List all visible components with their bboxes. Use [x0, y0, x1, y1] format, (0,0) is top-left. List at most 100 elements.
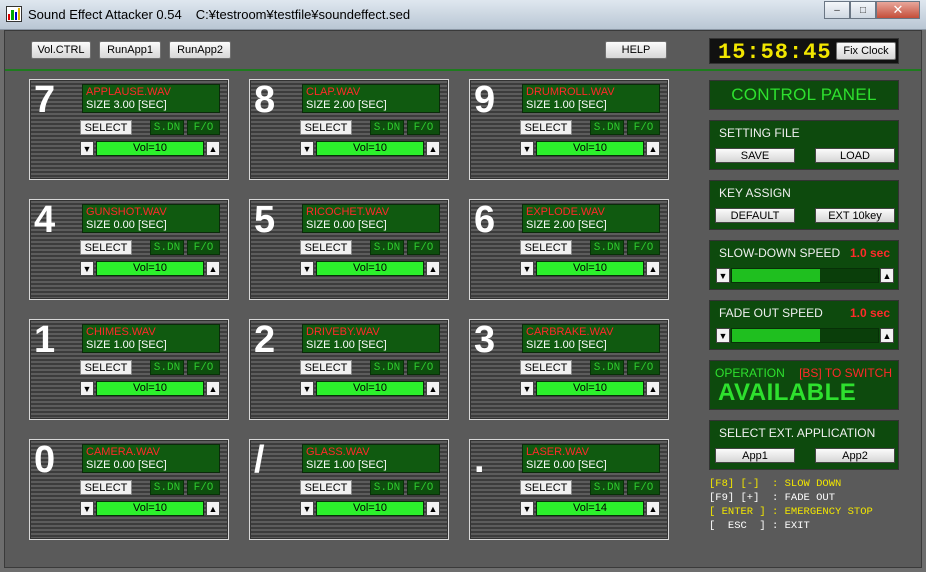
- tile-volume-up-button[interactable]: ▲: [206, 141, 220, 156]
- tile-volume-bar[interactable]: Vol=10: [316, 381, 424, 396]
- tile-volume-bar[interactable]: Vol=10: [316, 141, 424, 156]
- tile-fade-out-indicator: F/O: [407, 120, 440, 135]
- tile-volume-bar[interactable]: Vol=10: [316, 501, 424, 516]
- tile-file-name: APPLAUSE.WAV: [86, 86, 171, 98]
- tile-file-name: DRUMROLL.WAV: [526, 86, 615, 98]
- app-icon: [6, 6, 22, 22]
- tile-slow-down-indicator: S.DN: [590, 480, 624, 495]
- operation-panel: OPERATION [BS] TO SWITCH AVAILABLE: [709, 360, 899, 410]
- tile-volume-up-button[interactable]: ▲: [426, 381, 440, 396]
- tile-volume-up-button[interactable]: ▲: [646, 261, 660, 276]
- tile-volume-down-button[interactable]: ▼: [520, 381, 534, 396]
- tile-info-box: RICOCHET.WAV SIZE 0.00 [SEC]: [302, 204, 440, 233]
- tile-select-button[interactable]: SELECT: [80, 240, 132, 255]
- tile-file-size: SIZE 1.00 [SEC]: [526, 99, 607, 111]
- operation-label: OPERATION: [715, 366, 785, 380]
- slow-down-increase-button[interactable]: ▲: [880, 268, 894, 283]
- tile-slow-down-indicator: S.DN: [370, 480, 404, 495]
- tile-volume-down-button[interactable]: ▼: [300, 261, 314, 276]
- tile-volume-up-button[interactable]: ▲: [426, 261, 440, 276]
- tile-volume-up-button[interactable]: ▲: [646, 501, 660, 516]
- ext-10key-button[interactable]: EXT 10key: [815, 208, 895, 223]
- close-button[interactable]: ✕: [876, 1, 920, 19]
- tile-volume-down-button[interactable]: ▼: [520, 141, 534, 156]
- tile-info-box: DRUMROLL.WAV SIZE 1.00 [SEC]: [522, 84, 660, 113]
- tile-volume-bar[interactable]: Vol=10: [96, 261, 204, 276]
- tile-volume-up-button[interactable]: ▲: [206, 261, 220, 276]
- tile-select-button[interactable]: SELECT: [80, 480, 132, 495]
- setting-file-label: SETTING FILE: [719, 126, 800, 140]
- default-button[interactable]: DEFAULT: [715, 208, 795, 223]
- tile-slow-down-indicator: S.DN: [370, 360, 404, 375]
- tile-volume-bar[interactable]: Vol=10: [536, 381, 644, 396]
- tile-volume-down-button[interactable]: ▼: [300, 381, 314, 396]
- vol-ctrl-button[interactable]: Vol.CTRL: [31, 41, 91, 59]
- tile-fade-out-indicator: F/O: [627, 240, 660, 255]
- run-app2-button[interactable]: RunApp2: [169, 41, 231, 59]
- tile-select-button[interactable]: SELECT: [300, 120, 352, 135]
- tile-volume-up-button[interactable]: ▲: [426, 141, 440, 156]
- tile-volume-up-button[interactable]: ▲: [206, 501, 220, 516]
- tile-volume-bar[interactable]: Vol=10: [96, 381, 204, 396]
- tile-volume-bar[interactable]: Vol=14: [536, 501, 644, 516]
- tile-volume-down-button[interactable]: ▼: [80, 501, 94, 516]
- slow-down-fill: [732, 269, 820, 282]
- fix-clock-button[interactable]: Fix Clock: [836, 42, 896, 60]
- tile-fade-out-indicator: F/O: [407, 480, 440, 495]
- fade-out-track[interactable]: [731, 328, 879, 343]
- operation-switch-hint: [BS] TO SWITCH: [799, 366, 892, 380]
- slow-down-slider[interactable]: ▼ ▲: [716, 268, 894, 284]
- help-button[interactable]: HELP: [605, 41, 667, 59]
- tile-volume-bar[interactable]: Vol=10: [536, 261, 644, 276]
- run-app1-button[interactable]: RunApp1: [99, 41, 161, 59]
- tile-volume-down-button[interactable]: ▼: [80, 261, 94, 276]
- save-button[interactable]: SAVE: [715, 148, 795, 163]
- tile-select-button[interactable]: SELECT: [520, 480, 572, 495]
- tile-fade-out-indicator: F/O: [187, 120, 220, 135]
- tile-volume-bar[interactable]: Vol=10: [536, 141, 644, 156]
- tile-select-button[interactable]: SELECT: [300, 360, 352, 375]
- tile-volume-bar[interactable]: Vol=10: [96, 501, 204, 516]
- control-panel-title: CONTROL PANEL: [709, 80, 899, 110]
- tile-file-size: SIZE 2.00 [SEC]: [526, 219, 607, 231]
- tile-volume-bar[interactable]: Vol=10: [316, 261, 424, 276]
- title-bar: Sound Effect Attacker 0.54 C:¥testroom¥te…: [0, 0, 926, 30]
- tile-select-button[interactable]: SELECT: [520, 240, 572, 255]
- tile-volume-up-button[interactable]: ▲: [646, 141, 660, 156]
- tile-fade-out-indicator: F/O: [187, 360, 220, 375]
- tile-volume-up-button[interactable]: ▲: [426, 501, 440, 516]
- slow-down-decrease-button[interactable]: ▼: [716, 268, 730, 283]
- tile-volume-down-button[interactable]: ▼: [300, 141, 314, 156]
- tile-select-button[interactable]: SELECT: [520, 120, 572, 135]
- load-button[interactable]: LOAD: [815, 148, 895, 163]
- tile-select-button[interactable]: SELECT: [300, 240, 352, 255]
- tile-select-button[interactable]: SELECT: [80, 360, 132, 375]
- operation-status: AVAILABLE: [718, 379, 857, 406]
- tile-volume-label: Vol=10: [353, 382, 387, 394]
- fade-out-increase-button[interactable]: ▲: [880, 328, 894, 343]
- tile-volume-down-button[interactable]: ▼: [80, 381, 94, 396]
- app2-button[interactable]: App2: [815, 448, 895, 463]
- app1-button[interactable]: App1: [715, 448, 795, 463]
- tile-slow-down-indicator: S.DN: [150, 360, 184, 375]
- tile-volume-up-button[interactable]: ▲: [206, 381, 220, 396]
- slow-down-track[interactable]: [731, 268, 879, 283]
- tile-volume-down-button[interactable]: ▼: [80, 141, 94, 156]
- tile-select-button[interactable]: SELECT: [520, 360, 572, 375]
- tile-volume-bar[interactable]: Vol=10: [96, 141, 204, 156]
- minimize-button[interactable]: –: [824, 1, 850, 19]
- tile-volume-up-button[interactable]: ▲: [646, 381, 660, 396]
- tile-info-box: APPLAUSE.WAV SIZE 3.00 [SEC]: [82, 84, 220, 113]
- tile-volume-down-button[interactable]: ▼: [520, 261, 534, 276]
- maximize-button[interactable]: □: [850, 1, 876, 19]
- tile-slow-down-indicator: S.DN: [150, 120, 184, 135]
- sound-tile: 4 GUNSHOT.WAV SIZE 0.00 [SEC] SELECT S.DN F/O…: [29, 199, 229, 300]
- tile-select-button[interactable]: SELECT: [300, 480, 352, 495]
- tile-volume-down-button[interactable]: ▼: [300, 501, 314, 516]
- tile-file-name: LASER.WAV: [526, 446, 589, 458]
- tile-volume-label: Vol=10: [133, 382, 167, 394]
- tile-volume-down-button[interactable]: ▼: [520, 501, 534, 516]
- fade-out-decrease-button[interactable]: ▼: [716, 328, 730, 343]
- fade-out-slider[interactable]: ▼ ▲: [716, 328, 894, 344]
- tile-select-button[interactable]: SELECT: [80, 120, 132, 135]
